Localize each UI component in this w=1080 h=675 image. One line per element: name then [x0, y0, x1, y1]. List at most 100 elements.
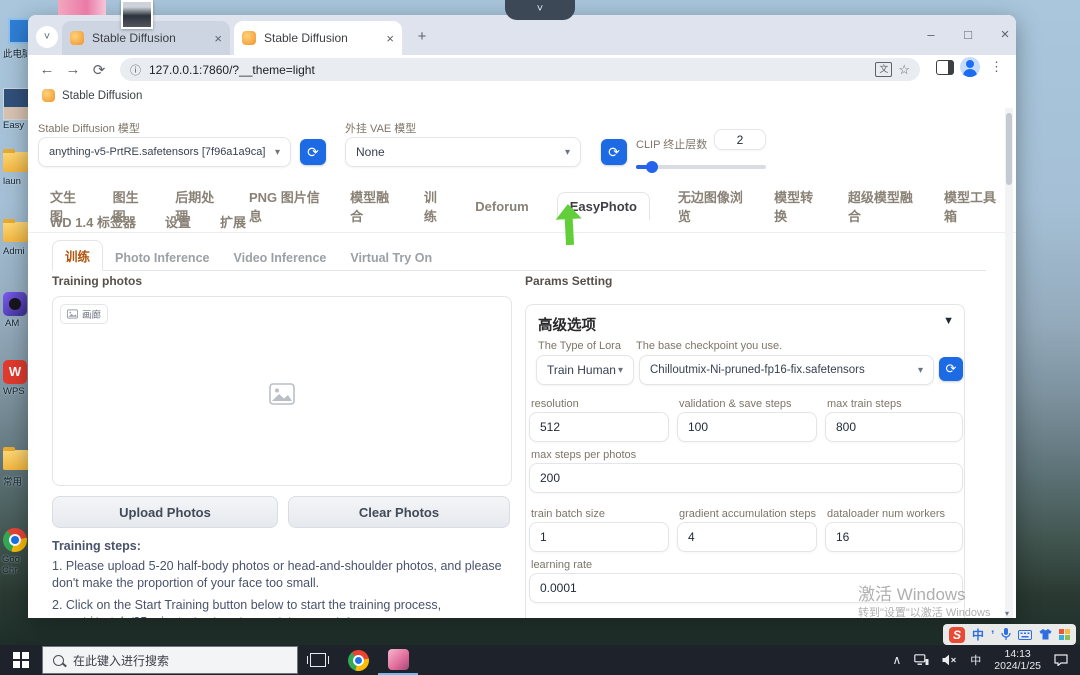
tab-super-merger[interactable]: 超级模型融合	[848, 187, 915, 225]
resolution-input[interactable]: 512	[529, 412, 669, 442]
close-tab-icon[interactable]: ×	[386, 31, 394, 46]
close-tab-icon[interactable]: ×	[214, 31, 222, 46]
desktop-icon-chrome[interactable]	[3, 528, 27, 552]
gallery-tab-label: 画廊	[82, 310, 102, 321]
screen-pull-tab[interactable]: ˅	[505, 0, 575, 20]
taskbar-chrome-icon[interactable]	[338, 645, 378, 675]
address-bar[interactable]: ⓘ 127.0.0.1:7860/?__theme=light 文 ☆	[120, 58, 920, 81]
new-tab-button[interactable]: +	[412, 27, 432, 47]
checkpoint-dropdown[interactable]: Chilloutmix-Ni-pruned-fp16-fix.safetenso…	[639, 355, 934, 385]
max-train-steps-input[interactable]: 800	[825, 412, 963, 442]
this-pc-label: 此电脑	[3, 49, 27, 60]
refresh-vae-button[interactable]: ⟳	[601, 139, 627, 165]
desktop-icon-easyphoto[interactable]	[3, 88, 31, 120]
network-icon[interactable]	[914, 654, 929, 666]
toolbox-grid-icon[interactable]	[1059, 629, 1071, 640]
ime-toolbar[interactable]: S 中 ’	[943, 624, 1077, 645]
sogou-logo[interactable]: S	[949, 626, 965, 643]
gradient-accumulation-steps-input[interactable]: 4	[677, 522, 817, 552]
tab-settings[interactable]: 设置	[165, 212, 191, 231]
site-info-icon[interactable]: ⓘ	[130, 62, 141, 78]
taskbar-search[interactable]: 在此键入进行搜索	[42, 646, 298, 674]
browser-tab-active[interactable]: Stable Diffusion ×	[234, 21, 402, 55]
field-label: gradient accumulation steps	[679, 508, 816, 520]
tab-search-button[interactable]: ˅	[36, 26, 58, 48]
forward-icon[interactable]: →	[60, 61, 86, 78]
tab-extensions[interactable]: 扩展	[220, 212, 246, 231]
desktop-icon-folder-common[interactable]	[3, 447, 29, 470]
action-center-icon[interactable]	[1054, 654, 1068, 666]
tab-deforum[interactable]: Deforum	[475, 199, 528, 214]
advanced-options-header[interactable]: 高级选项	[538, 314, 596, 335]
translate-icon[interactable]: 文	[875, 62, 893, 77]
field-label: resolution	[531, 398, 579, 410]
tab-infinite-browser[interactable]: 无边图像浏览	[678, 187, 745, 225]
ime-mode-icon[interactable]: 中	[972, 626, 984, 643]
slider-handle	[646, 161, 658, 173]
tab-model-toolkit[interactable]: 模型工具箱	[944, 187, 1000, 225]
clear-photos-button[interactable]: Clear Photos	[288, 496, 510, 528]
image-placeholder-icon	[269, 383, 295, 405]
refresh-checkpoint-button[interactable]: ⟳	[939, 357, 963, 381]
subtab-photo-inference[interactable]: Photo Inference	[103, 246, 221, 270]
taskbar-clock[interactable]: 14:13 2024/1/25	[994, 648, 1041, 672]
tray-ime-indicator[interactable]: 中	[970, 652, 981, 668]
sd-model-dropdown[interactable]: anything-v5-PrtRE.safetensors [7f96a1a9c…	[38, 137, 291, 167]
tab-train[interactable]: 训练	[424, 187, 446, 225]
subtab-video-inference[interactable]: Video Inference	[221, 246, 338, 270]
microphone-icon[interactable]	[1001, 628, 1012, 641]
scrollbar-thumb[interactable]	[1006, 113, 1012, 185]
clip-skip-input[interactable]: 2	[714, 129, 766, 150]
minimize-button[interactable]: –	[916, 27, 946, 45]
tab-checkpoint-merger[interactable]: 模型融合	[350, 187, 395, 225]
clip-skip-slider[interactable]	[636, 161, 766, 173]
upload-photos-button[interactable]: Upload Photos	[52, 496, 278, 528]
gallery-tab[interactable]: 画廊	[60, 304, 109, 324]
stable-diffusion-favicon	[242, 31, 256, 45]
punctuation-icon[interactable]: ’	[991, 628, 994, 642]
tab-png-info[interactable]: PNG 图片信息	[249, 187, 321, 225]
desktop-photo-portrait[interactable]	[121, 0, 153, 29]
vae-dropdown[interactable]: None ▾	[345, 137, 581, 167]
dataloader-num-workers-input[interactable]: 16	[825, 522, 963, 552]
skin-icon[interactable]	[1039, 629, 1052, 640]
collapse-icon[interactable]: ▼	[943, 315, 954, 327]
desktop-icon-am-app[interactable]	[3, 292, 27, 316]
main-tab-bar-row2: WD 1.4 标签器 设置 扩展	[50, 212, 246, 231]
max-steps-per-photos-input[interactable]: 200	[529, 463, 963, 493]
profile-avatar[interactable]	[960, 57, 980, 77]
validation-save-steps-input[interactable]: 100	[677, 412, 817, 442]
desktop-icon-wps[interactable]: W	[3, 360, 27, 384]
subtab-train[interactable]: 训练	[52, 240, 104, 271]
task-view-button[interactable]	[298, 645, 338, 675]
scroll-down-icon[interactable]: ▾	[1005, 609, 1009, 618]
start-button[interactable]	[0, 645, 42, 675]
page-scrollbar[interactable]: ▾	[1005, 108, 1013, 618]
screen: { "desktop": { "this_pc_label": "此电脑", "…	[0, 0, 1080, 675]
bookmark-star-icon[interactable]: ☆	[898, 62, 910, 78]
refresh-model-button[interactable]: ⟳	[300, 139, 326, 165]
train-batch-size-input[interactable]: 1	[529, 522, 669, 552]
field-label: train batch size	[531, 508, 605, 520]
subtab-virtual-try-on[interactable]: Virtual Try On	[338, 246, 444, 270]
bookmark-item[interactable]: Stable Diffusion	[62, 90, 142, 102]
side-panel-icon[interactable]	[936, 60, 954, 75]
close-button[interactable]: ×	[990, 27, 1016, 45]
training-photos-gallery[interactable]: 画廊	[52, 296, 512, 486]
checkpoint-value: Chilloutmix-Ni-pruned-fp16-fix.safetenso…	[650, 364, 865, 376]
kebab-menu-icon[interactable]: ⋮	[990, 59, 1003, 75]
volume-muted-icon[interactable]	[942, 654, 957, 666]
lora-type-dropdown[interactable]: Train Human ▾	[536, 355, 634, 385]
tab-wd14-tagger[interactable]: WD 1.4 标签器	[50, 212, 136, 231]
tray-chevron-icon[interactable]: ∧	[892, 653, 901, 667]
taskbar-app-icon[interactable]	[378, 645, 418, 675]
desktop-photo-pink[interactable]	[58, 0, 106, 15]
keyboard-icon[interactable]	[1018, 629, 1033, 640]
desktop-icon-folder-laun[interactable]	[3, 149, 29, 172]
back-icon[interactable]: ←	[34, 61, 60, 78]
training-steps-title: Training steps:	[52, 539, 141, 553]
maximize-button[interactable]: □	[953, 27, 983, 45]
desktop-icon-folder-admin[interactable]	[3, 219, 29, 242]
reload-icon[interactable]: ⟳	[86, 61, 112, 79]
tab-model-convert[interactable]: 模型转换	[774, 187, 819, 225]
